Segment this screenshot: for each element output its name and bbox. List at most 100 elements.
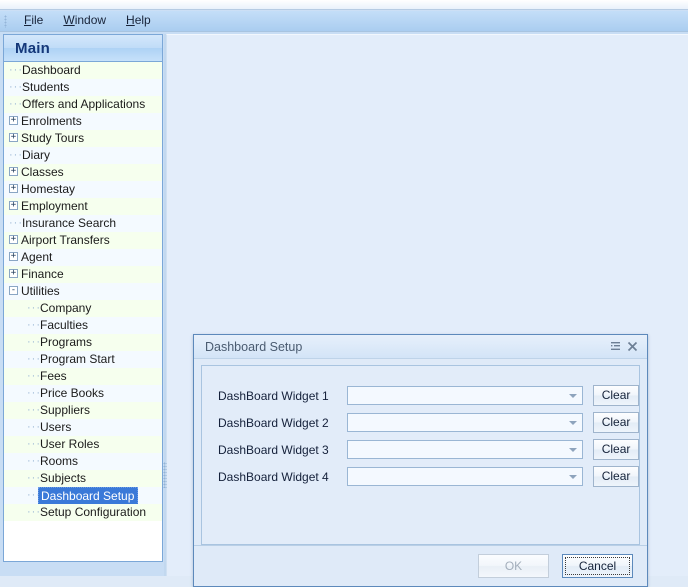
sidebar-item-programs[interactable]: ···Programs xyxy=(4,334,162,351)
expand-icon[interactable]: + xyxy=(9,167,18,176)
sidebar-item-finance[interactable]: +Finance xyxy=(4,266,162,283)
collapse-icon[interactable]: - xyxy=(9,286,18,295)
menu-item-window[interactable]: Window xyxy=(53,11,116,31)
expand-icon[interactable]: + xyxy=(9,116,18,125)
widget-form-panel: DashBoard Widget 1 Clear DashBoard Widge… xyxy=(201,365,640,545)
tree-connector-icon: ··· xyxy=(27,436,37,453)
tree-connector-icon: ··· xyxy=(27,453,37,470)
sidebar-item-label: Fees xyxy=(40,368,67,384)
sidebar-item-label: Students xyxy=(22,79,69,95)
tree-connector-icon: ··· xyxy=(27,351,37,368)
sidebar-item-label: Offers and Applications xyxy=(22,96,145,112)
widget-2-clear-button[interactable]: Clear xyxy=(593,412,639,433)
sidebar-item-dashboard-setup[interactable]: ···Dashboard Setup xyxy=(4,487,162,504)
sidebar-item-rooms[interactable]: ···Rooms xyxy=(4,453,162,470)
cancel-button[interactable]: Cancel xyxy=(562,554,633,578)
sidebar-item-agent[interactable]: +Agent xyxy=(4,249,162,266)
sidebar-item-students[interactable]: ···Students xyxy=(4,79,162,96)
expand-icon[interactable]: + xyxy=(9,201,18,210)
panel-splitter[interactable] xyxy=(164,34,166,576)
expand-icon[interactable]: + xyxy=(9,269,18,278)
tree-connector-icon: ··· xyxy=(27,470,37,487)
widget-1-clear-button[interactable]: Clear xyxy=(593,385,639,406)
sidebar-item-homestay[interactable]: +Homestay xyxy=(4,181,162,198)
splitter-grip-icon[interactable] xyxy=(163,462,167,488)
sidebar-item-enrolments[interactable]: +Enrolments xyxy=(4,113,162,130)
pin-icon[interactable] xyxy=(607,338,624,355)
sidebar-item-label: Homestay xyxy=(21,181,75,197)
sidebar-item-offers-and-applications[interactable]: ···Offers and Applications xyxy=(4,96,162,113)
sidebar-item-label: Company xyxy=(40,300,91,316)
sidebar-item-user-roles[interactable]: ···User Roles xyxy=(4,436,162,453)
tree-connector-icon: ··· xyxy=(9,62,19,79)
sidebar-item-employment[interactable]: +Employment xyxy=(4,198,162,215)
sidebar-item-insurance-search[interactable]: ···Insurance Search xyxy=(4,215,162,232)
tree-connector-icon: ··· xyxy=(27,300,37,317)
chevron-down-icon xyxy=(569,421,577,425)
sidebar-item-label: Users xyxy=(40,419,71,435)
dialog-title-bar: Dashboard Setup xyxy=(194,335,647,359)
tree-connector-icon: ··· xyxy=(27,419,37,436)
sidebar-item-label: Finance xyxy=(21,266,64,282)
widget-row-4: DashBoard Widget 4 Clear xyxy=(202,463,639,490)
sidebar-item-faculties[interactable]: ···Faculties xyxy=(4,317,162,334)
widget-3-clear-button[interactable]: Clear xyxy=(593,439,639,460)
widget-2-combo[interactable] xyxy=(347,413,583,432)
tree-connector-icon: ··· xyxy=(27,385,37,402)
sidebar-item-label: User Roles xyxy=(40,436,99,452)
widget-4-combo[interactable] xyxy=(347,467,583,486)
sidebar-item-price-books[interactable]: ···Price Books xyxy=(4,385,162,402)
widget-4-value xyxy=(348,468,582,470)
sidebar-item-label: Diary xyxy=(22,147,50,163)
sidebar-item-label: Utilities xyxy=(21,283,60,299)
navigation-tree[interactable]: ···Dashboard···Students···Offers and App… xyxy=(4,62,162,561)
dialog-title: Dashboard Setup xyxy=(205,340,607,354)
expand-icon[interactable]: + xyxy=(9,133,18,142)
sidebar-item-classes[interactable]: +Classes xyxy=(4,164,162,181)
sidebar-item-program-start[interactable]: ···Program Start xyxy=(4,351,162,368)
sidebar-item-suppliers[interactable]: ···Suppliers xyxy=(4,402,162,419)
sidebar-item-label: Program Start xyxy=(40,351,115,367)
sidebar-item-label: Programs xyxy=(40,334,92,350)
sidebar-item-setup-configuration[interactable]: ···Setup Configuration xyxy=(4,504,162,521)
sidebar-item-study-tours[interactable]: +Study Tours xyxy=(4,130,162,147)
sidebar-item-airport-transfers[interactable]: +Airport Transfers xyxy=(4,232,162,249)
tree-connector-icon: ··· xyxy=(9,79,19,96)
sidebar-item-diary[interactable]: ···Diary xyxy=(4,147,162,164)
sidebar-item-label: Classes xyxy=(21,164,64,180)
window-top-edge xyxy=(0,0,688,10)
close-icon[interactable] xyxy=(624,338,641,355)
sidebar-item-company[interactable]: ···Company xyxy=(4,300,162,317)
menu-file-rest: ile xyxy=(31,13,43,27)
sidebar-item-label: Insurance Search xyxy=(22,215,116,231)
sidebar-item-label: Rooms xyxy=(40,453,78,469)
tree-connector-icon: ··· xyxy=(9,96,19,113)
expand-icon[interactable]: + xyxy=(9,252,18,261)
sidebar-item-utilities[interactable]: -Utilities xyxy=(4,283,162,300)
widget-3-combo[interactable] xyxy=(347,440,583,459)
widget-4-clear-button[interactable]: Clear xyxy=(593,466,639,487)
sidebar-item-fees[interactable]: ···Fees xyxy=(4,368,162,385)
sidebar-item-label: Subjects xyxy=(40,470,86,486)
drag-gripper-icon[interactable] xyxy=(4,15,7,28)
expand-icon[interactable]: + xyxy=(9,235,18,244)
widget-1-combo[interactable] xyxy=(347,386,583,405)
sidebar-item-users[interactable]: ···Users xyxy=(4,419,162,436)
widget-4-label: DashBoard Widget 4 xyxy=(218,470,347,484)
sidebar-item-dashboard[interactable]: ···Dashboard xyxy=(4,62,162,79)
chevron-down-icon xyxy=(569,394,577,398)
tree-connector-icon: ··· xyxy=(9,215,19,232)
menu-window-accelerator: W xyxy=(63,13,74,27)
sidebar-item-label: Study Tours xyxy=(21,130,84,146)
application-window: File Window Help Main ···Dashboard···Stu… xyxy=(0,0,688,576)
menu-item-help[interactable]: Help xyxy=(116,11,161,31)
navigation-panel: Main ···Dashboard···Students···Offers an… xyxy=(3,34,163,562)
ok-button[interactable]: OK xyxy=(478,554,549,578)
widget-1-value xyxy=(348,387,582,389)
expand-icon[interactable]: + xyxy=(9,184,18,193)
sidebar-item-subjects[interactable]: ···Subjects xyxy=(4,470,162,487)
widget-row-3: DashBoard Widget 3 Clear xyxy=(202,436,639,463)
widget-2-label: DashBoard Widget 2 xyxy=(218,416,347,430)
menu-item-file[interactable]: File xyxy=(14,11,53,31)
client-area: Main ···Dashboard···Students···Offers an… xyxy=(0,32,688,576)
